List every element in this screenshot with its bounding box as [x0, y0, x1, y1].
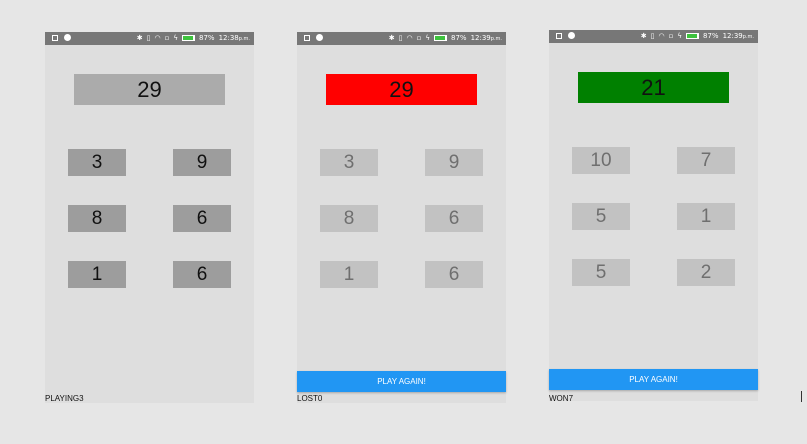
- play-again-button[interactable]: PLAY AGAIN!: [549, 369, 758, 390]
- battery-percent: 87%: [703, 32, 719, 40]
- wifi-icon: ◠: [154, 34, 161, 42]
- clock-time: 12:38p.m.: [218, 34, 250, 42]
- number-tile: 5: [572, 259, 630, 286]
- phone-screen-2: ✱ ▯ ◠ ▫ ϟ 87% 12:39p.m. 29 3 9 8 6 1 6 P…: [297, 32, 506, 403]
- android-icon: [568, 32, 575, 39]
- number-tile[interactable]: 6: [173, 205, 231, 232]
- number-tile: 1: [677, 203, 735, 230]
- android-icon: [316, 34, 323, 41]
- target-number: 29: [74, 74, 225, 105]
- number-tile: 2: [677, 259, 735, 286]
- charging-icon: ϟ: [425, 34, 431, 42]
- phone-screen-1: ✱ ▯ ◠ ▫ ϟ 87% 12:38p.m. 29 3 9 8 6 1 6 P…: [45, 32, 254, 403]
- sim-icon: ▫: [416, 34, 422, 42]
- number-tile: 1: [320, 261, 378, 288]
- bluetooth-icon: ✱: [136, 34, 143, 42]
- clock-time: 12:39p.m.: [722, 32, 754, 40]
- game-status: PLAYING3: [45, 394, 84, 403]
- gallery-icon: [52, 35, 58, 41]
- charging-icon: ϟ: [677, 32, 683, 40]
- number-tile: 6: [425, 205, 483, 232]
- sim-icon: ▫: [668, 32, 674, 40]
- status-bar: ✱ ▯ ◠ ▫ ϟ 87% 12:39p.m.: [549, 30, 758, 43]
- wifi-icon: ◠: [658, 32, 665, 40]
- battery-icon: [182, 35, 196, 41]
- target-number: 21: [578, 72, 729, 103]
- battery-icon: [686, 33, 700, 39]
- game-status: WON7: [549, 394, 574, 403]
- number-tile: 10: [572, 147, 630, 174]
- text-cursor: [801, 391, 802, 402]
- vibrate-icon: ▯: [650, 32, 655, 40]
- number-tile: 5: [572, 203, 630, 230]
- status-bar: ✱ ▯ ◠ ▫ ϟ 87% 12:39p.m.: [297, 32, 506, 45]
- number-tile: 6: [425, 261, 483, 288]
- android-icon: [64, 34, 71, 41]
- battery-percent: 87%: [199, 34, 215, 42]
- number-tile[interactable]: 1: [68, 261, 126, 288]
- number-tile[interactable]: 9: [173, 149, 231, 176]
- number-tile: 9: [425, 149, 483, 176]
- wifi-icon: ◠: [406, 34, 413, 42]
- number-tile: 3: [320, 149, 378, 176]
- battery-icon: [434, 35, 448, 41]
- sim-icon: ▫: [164, 34, 170, 42]
- charging-icon: ϟ: [173, 34, 179, 42]
- number-tile[interactable]: 8: [68, 205, 126, 232]
- clock-time: 12:39p.m.: [470, 34, 502, 42]
- battery-percent: 87%: [451, 34, 467, 42]
- gallery-icon: [304, 35, 310, 41]
- gallery-icon: [556, 33, 562, 39]
- number-tile: 8: [320, 205, 378, 232]
- bluetooth-icon: ✱: [640, 32, 647, 40]
- number-tile[interactable]: 3: [68, 149, 126, 176]
- target-number: 29: [326, 74, 477, 105]
- number-tile: 7: [677, 147, 735, 174]
- play-again-button[interactable]: PLAY AGAIN!: [297, 371, 506, 392]
- vibrate-icon: ▯: [146, 34, 151, 42]
- status-bar: ✱ ▯ ◠ ▫ ϟ 87% 12:38p.m.: [45, 32, 254, 45]
- bluetooth-icon: ✱: [388, 34, 395, 42]
- vibrate-icon: ▯: [398, 34, 403, 42]
- number-tile[interactable]: 6: [173, 261, 231, 288]
- phone-screen-3: ✱ ▯ ◠ ▫ ϟ 87% 12:39p.m. 21 10 7 5 1 5 2 …: [549, 30, 758, 403]
- game-status: LOST0: [297, 394, 323, 403]
